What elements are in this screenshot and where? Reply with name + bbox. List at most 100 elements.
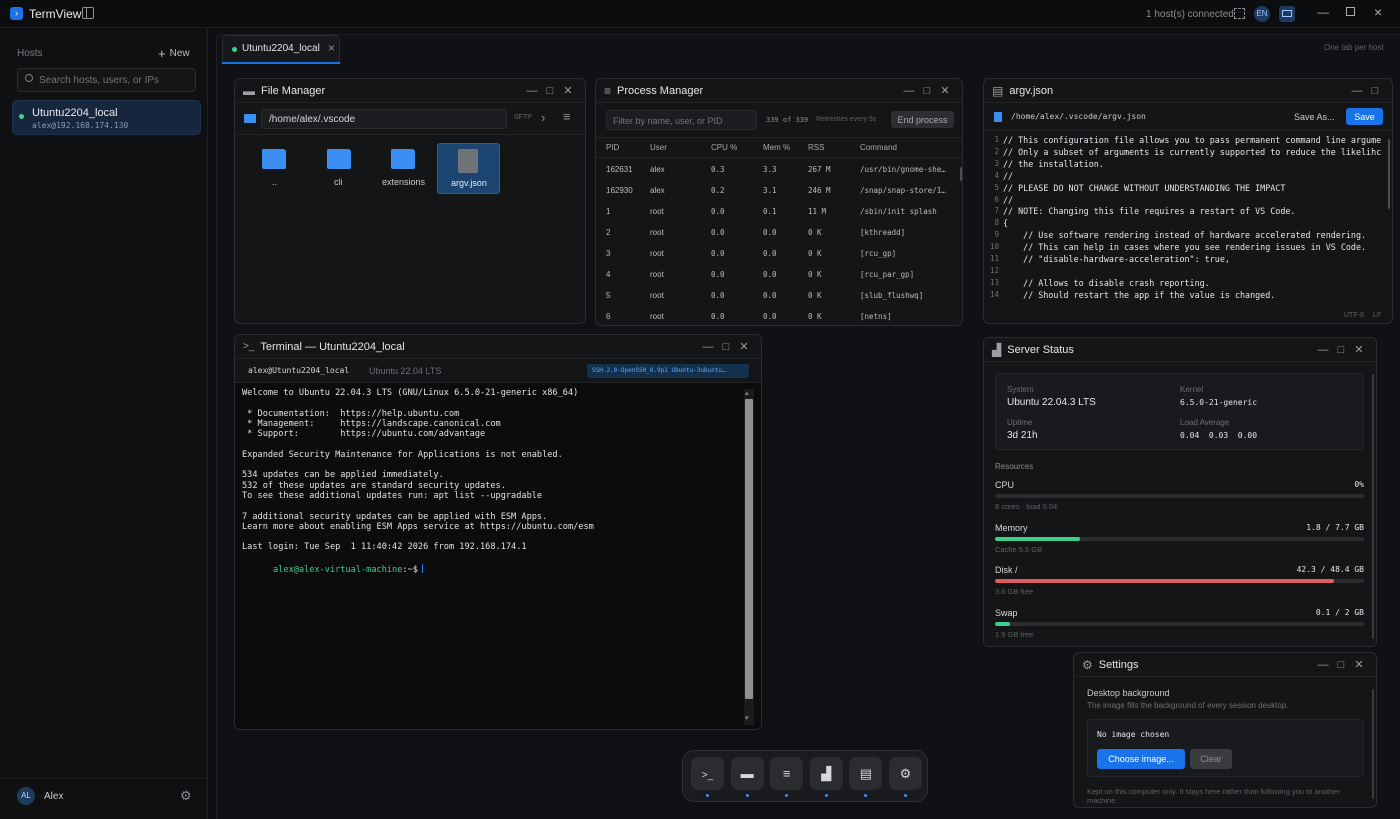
- close-icon[interactable]: ✕: [559, 84, 577, 97]
- column-command[interactable]: Command: [860, 143, 897, 152]
- editor-scrollbar[interactable]: [1388, 139, 1390, 209]
- choose-image-button[interactable]: Choose image...: [1097, 749, 1185, 769]
- file-item[interactable]: extensions: [382, 145, 442, 195]
- fullscreen-icon[interactable]: [1234, 8, 1245, 19]
- host-item-utuntu2204-local[interactable]: Utuntu2204_local alex@192.168.174.130: [12, 100, 201, 135]
- save-as-button[interactable]: Save As...: [1294, 112, 1335, 122]
- process-cell: 0.0: [711, 291, 725, 300]
- maximize-icon[interactable]: □: [1366, 85, 1384, 97]
- encoding-label: UTF-8: [1344, 312, 1364, 319]
- process-table-header: PID User CPU % Mem % RSS Command: [596, 138, 962, 158]
- minimize-icon[interactable]: —: [523, 85, 541, 97]
- sidebar-divider: [0, 778, 208, 779]
- user-name: Alex: [44, 791, 64, 802]
- process-row[interactable]: 2 root 0.0 0.0 0 K [kthreadd]: [596, 223, 962, 243]
- system-label: System: [1007, 385, 1034, 394]
- process-manager-titlebar[interactable]: ≡ Process Manager — □ ✕: [596, 79, 962, 103]
- tab-utuntu2204-local[interactable]: Utuntu2204_local ×: [222, 35, 340, 62]
- save-button[interactable]: Save: [1346, 108, 1383, 125]
- dock-folder-button[interactable]: ▬: [730, 757, 764, 790]
- close-icon[interactable]: ✕: [1350, 658, 1368, 671]
- terminal-scrollbar[interactable]: ▴ ▾: [744, 389, 754, 725]
- process-cell: [slub_flushwq]: [860, 291, 924, 300]
- minimize-icon[interactable]: —: [1348, 85, 1366, 97]
- process-row[interactable]: 5 root 0.0 0.0 0 K [slub_flushwq]: [596, 286, 962, 306]
- process-cell: [kthreadd]: [860, 228, 906, 237]
- process-cell: /snap/snap-store/1…: [860, 186, 946, 195]
- process-cell: 3.3: [763, 165, 777, 174]
- process-filter[interactable]: [606, 110, 757, 130]
- end-process-button[interactable]: End process: [891, 111, 954, 128]
- language-button[interactable]: EN: [1254, 6, 1270, 22]
- terminal-line: 7 additional security updates can be app…: [242, 511, 548, 522]
- minimize-icon[interactable]: —: [1314, 659, 1332, 671]
- process-row[interactable]: 6 root 0.0 0.0 0 K [netns]: [596, 307, 962, 325]
- column-user[interactable]: User: [650, 143, 667, 152]
- process-row[interactable]: 4 root 0.0 0.0 0 K [rcu_par_gp]: [596, 265, 962, 285]
- scroll-down-icon[interactable]: ▾: [745, 714, 749, 722]
- status-scrollbar[interactable]: [1372, 374, 1374, 639]
- dock-terminal-button[interactable]: >_: [691, 757, 724, 790]
- close-window-icon[interactable]: ×: [1374, 4, 1382, 20]
- close-icon[interactable]: ✕: [735, 340, 753, 353]
- minimize-icon[interactable]: —: [699, 341, 717, 353]
- process-scrollbar[interactable]: [960, 167, 962, 181]
- maximize-icon[interactable]: □: [918, 85, 936, 97]
- maximize-icon[interactable]: □: [541, 85, 559, 97]
- minimize-icon[interactable]: —: [900, 85, 918, 97]
- display-icon[interactable]: [1279, 6, 1295, 22]
- server-status-titlebar[interactable]: ▟ Server Status — □ ✕: [984, 338, 1376, 362]
- user-settings-gear-icon[interactable]: ⚙: [180, 788, 192, 804]
- code-line: // Only a subset of arguments is current…: [1003, 146, 1382, 157]
- process-cell: 0 K: [808, 291, 822, 300]
- path-input[interactable]: /home/alex/.vscode: [261, 109, 507, 129]
- column-cpu[interactable]: CPU %: [711, 143, 737, 152]
- terminal-prompt[interactable]: alex@alex-virtual-machine:~$: [242, 554, 423, 586]
- file-item[interactable]: ..: [262, 145, 302, 195]
- dock-gear-button[interactable]: ⚙: [889, 757, 922, 790]
- close-icon[interactable]: ✕: [1350, 343, 1368, 356]
- maximize-window-icon[interactable]: [1346, 7, 1355, 16]
- file-name: argv.json: [451, 178, 487, 188]
- dock-list-button[interactable]: ≡: [770, 757, 804, 790]
- code-editor[interactable]: 1 // This configuration file allows you t…: [984, 134, 1388, 304]
- dock-chart-button[interactable]: ▟: [809, 757, 843, 790]
- settings-titlebar[interactable]: ⚙ Settings — □ ✕: [1074, 653, 1376, 677]
- file-item-selected[interactable]: argv.json: [437, 143, 500, 194]
- close-icon[interactable]: ✕: [936, 84, 954, 97]
- scroll-up-icon[interactable]: ▴: [745, 389, 749, 397]
- new-host-button[interactable]: + New: [158, 46, 190, 61]
- user-avatar[interactable]: AL: [17, 787, 35, 805]
- settings-scrollbar[interactable]: [1372, 689, 1374, 799]
- sidebar-toggle-icon[interactable]: [82, 7, 94, 19]
- code-line: // This can help in cases where you see …: [1003, 242, 1367, 253]
- column-rss[interactable]: RSS: [808, 143, 824, 152]
- clear-button[interactable]: Clear: [1190, 749, 1232, 769]
- column-pid[interactable]: PID: [606, 143, 619, 152]
- menu-icon[interactable]: ≡: [563, 109, 571, 124]
- column-mem[interactable]: Mem %: [763, 143, 790, 152]
- go-forward-icon[interactable]: ›: [541, 110, 545, 125]
- minimize-icon[interactable]: —: [1314, 344, 1332, 356]
- maximize-icon[interactable]: □: [1332, 659, 1350, 671]
- file-manager-titlebar[interactable]: ▬ File Manager — □ ✕: [235, 79, 585, 103]
- editor-titlebar[interactable]: ▤ argv.json — □: [984, 79, 1392, 103]
- terminal-line: * Support: https://ubuntu.com/advantage: [242, 429, 486, 440]
- host-search[interactable]: [17, 68, 196, 92]
- file-item[interactable]: cli: [327, 145, 367, 195]
- process-row[interactable]: 1 root 0.0 0.1 11 M/sbin/init splash: [596, 202, 962, 222]
- tab-close-icon[interactable]: ×: [328, 41, 335, 55]
- process-row[interactable]: 162631 alex 0.3 3.3 267 M/usr/bin/gnome-she…: [596, 160, 962, 180]
- terminal-body[interactable]: Welcome to Ubuntu 22.04.3 LTS (GNU/Linux…: [235, 383, 761, 729]
- process-row[interactable]: 162930 alex 0.2 3.1 246 M/snap/snap-store/1…: [596, 181, 962, 201]
- server-status-title: Server Status: [1007, 343, 1074, 356]
- maximize-icon[interactable]: □: [717, 341, 735, 353]
- terminal-titlebar[interactable]: >_ Terminal — Utuntu2204_local — □ ✕: [235, 335, 761, 359]
- scrollbar-thumb[interactable]: [745, 399, 753, 699]
- minimize-window-icon[interactable]: —: [1317, 5, 1329, 19]
- dock-document-button[interactable]: ▤: [849, 757, 883, 790]
- process-row[interactable]: 3 root 0.0 0.0 0 K [rcu_gp]: [596, 244, 962, 264]
- process-filter-input[interactable]: [613, 114, 753, 127]
- maximize-icon[interactable]: □: [1332, 344, 1350, 356]
- host-search-input[interactable]: [39, 73, 189, 87]
